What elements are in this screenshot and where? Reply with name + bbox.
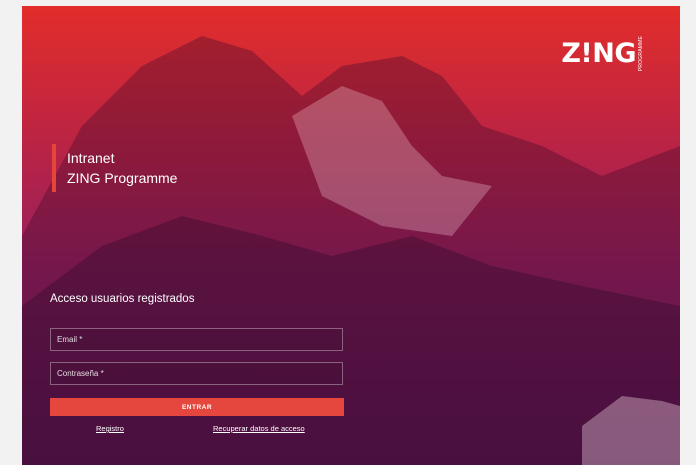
submit-login-button[interactable]: ENTRAR <box>50 398 344 416</box>
logo-wordmark: Z!NG <box>561 38 636 70</box>
password-input[interactable] <box>51 363 342 384</box>
password-field[interactable] <box>50 362 343 385</box>
recover-access-link[interactable]: Recuperar datos de acceso <box>213 424 305 433</box>
login-hero-background: Z!NG PROGRAMME Intranet ZING Programme A… <box>22 6 680 465</box>
intro-line-1: Intranet <box>67 150 115 166</box>
logo-subtext: PROGRAMME <box>638 36 644 72</box>
email-field[interactable] <box>50 328 343 351</box>
intranet-heading: Intranet ZING Programme <box>52 144 177 192</box>
mountain-photo-background <box>22 36 680 465</box>
zing-logo: Z!NG PROGRAMME <box>561 36 644 71</box>
email-input[interactable] <box>51 329 342 350</box>
login-title: Acceso usuarios registrados <box>50 293 195 305</box>
intro-line-2: ZING Programme <box>67 170 178 186</box>
register-link[interactable]: Registro <box>96 424 124 433</box>
